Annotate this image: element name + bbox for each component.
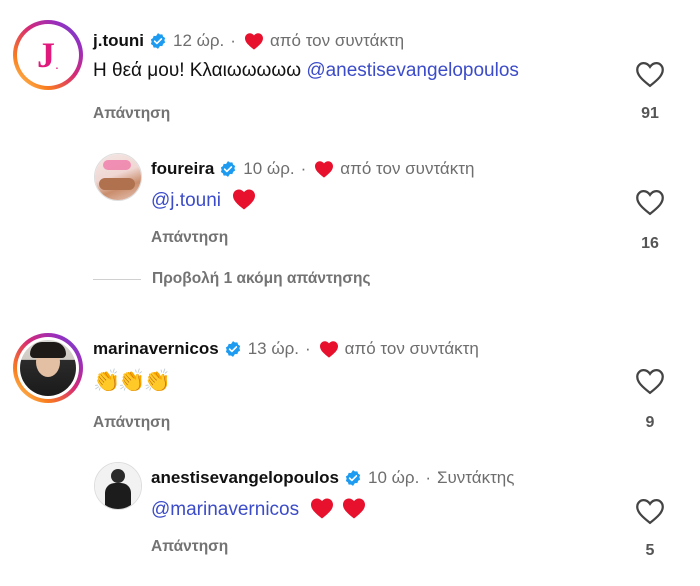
mention-link[interactable]: @anestisevangelopoulos [306,60,519,81]
avatar-marinavernicos[interactable] [13,333,83,403]
reply-text: @marinavernicos [151,497,366,521]
avatar-jtouni[interactable]: J . [13,20,83,90]
comment-header: j.touni 12 ώρ. · από τον συντάκτη [93,31,404,51]
comment-header: marinavernicos 13 ώρ. · από τον συντάκτη [93,339,479,359]
verified-badge-icon [150,33,166,49]
avatar-anestisevangelopoulos[interactable] [94,462,142,510]
comment-text: 👏👏👏 [93,368,171,393]
like-outline-icon[interactable] [635,367,665,395]
red-heart-emoji [342,498,365,519]
comment-body: Η θεά μου! Κλαιωωωωω [93,60,307,81]
reply-header: anestisevangelopoulos 10 ώρ. · Συντάκτης [151,468,514,488]
reply-button[interactable]: Απάντηση [93,105,170,123]
mention-link[interactable]: @j.touni [151,190,221,211]
reply-time: 10 ώρ. [243,159,295,178]
liked-by-author: από τον συντάκτη [340,159,475,178]
username-anestisevangelopoulos[interactable]: anestisevangelopoulos [151,468,339,488]
reply-button[interactable]: Απάντηση [93,414,170,432]
avatar-foureira[interactable] [94,153,142,201]
like-count: 5 [645,542,655,559]
red-heart-icon [319,341,338,358]
like-count: 91 [641,105,659,122]
liked-by-author: από τον συντάκτη [344,339,479,358]
view-more-replies-button[interactable]: Προβολή 1 ακόμη απάντησης [152,270,371,288]
like-outline-icon[interactable] [635,497,665,525]
reply-button[interactable]: Απάντηση [151,538,228,556]
reply-header: foureira 10 ώρ. · από τον συντάκτη [151,159,474,179]
reply-button[interactable]: Απάντηση [151,229,228,247]
verified-badge-icon [225,341,240,357]
red-heart-icon [315,161,334,178]
separator: · [305,339,311,358]
reply-text: @j.touni [151,188,256,212]
comment-text: Η θεά μου! Κλαιωωωωω @anestisevangelopou… [93,60,519,82]
separator: · [425,468,431,487]
like-count: 9 [645,414,655,431]
verified-badge-icon [345,470,361,486]
separator: · [300,159,307,178]
username-foureira[interactable]: foureira [151,159,214,179]
comment-time: 12 ώρ. [172,31,225,50]
username-jtouni[interactable]: j.touni [93,31,144,51]
liked-by-author: από τον συντάκτη [269,31,405,50]
like-outline-icon[interactable] [635,60,665,88]
separator: · [230,31,236,50]
author-badge: Συντάκτης [436,468,515,487]
comment-time: 13 ώρ. [247,339,299,358]
like-count: 16 [641,235,659,252]
jtouni-logo: J [37,35,56,75]
red-heart-emoji [311,498,334,519]
red-heart-emoji [233,189,256,210]
reply-time: 10 ώρ. [368,468,420,487]
username-marinavernicos[interactable]: marinavernicos [93,339,219,359]
red-heart-icon [244,33,263,50]
verified-badge-icon [221,161,236,177]
like-outline-icon[interactable] [635,188,665,216]
mention-link[interactable]: @marinavernicos [151,499,299,520]
divider-line [93,279,141,280]
